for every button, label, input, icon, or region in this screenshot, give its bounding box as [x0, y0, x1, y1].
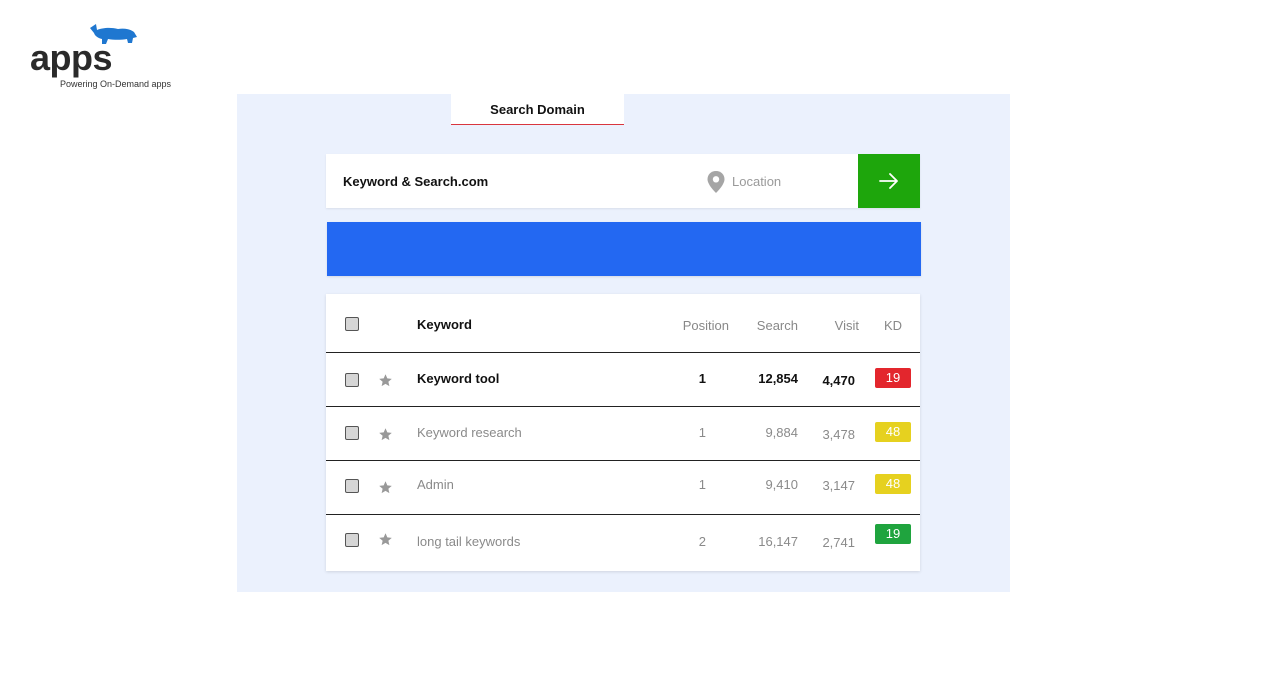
search-cell: 9,884: [765, 425, 798, 440]
brand-tagline: Powering On-Demand apps: [60, 79, 172, 89]
position-cell: 2: [698, 534, 706, 549]
keyword-table: Keyword Position Search Visit KD Keyword…: [326, 294, 920, 571]
search-cell: 16,147: [758, 534, 798, 549]
arrow-right-icon: [879, 173, 898, 189]
visit-cell: 4,470: [822, 373, 855, 388]
row-checkbox[interactable]: [345, 533, 359, 547]
search-panel: Search Domain Keyword Position Search Vi…: [237, 94, 1010, 592]
location-input[interactable]: [732, 154, 852, 208]
kd-badge: 19: [875, 368, 911, 388]
keyword-cell: long tail keywords: [417, 534, 521, 549]
keyword-cell: Admin: [417, 477, 454, 492]
brand-wordmark: apps: [30, 37, 113, 78]
search-cell: 12,854: [758, 371, 798, 386]
visit-cell: 2,741: [822, 535, 855, 550]
search-bar: [326, 154, 920, 208]
position-cell: 1: [698, 425, 706, 440]
table-header: Keyword Position Search Visit KD: [326, 294, 920, 353]
column-header-search[interactable]: Search: [757, 318, 798, 333]
column-header-keyword[interactable]: Keyword: [417, 317, 472, 332]
kd-badge: 19: [875, 524, 911, 544]
star-icon[interactable]: [378, 532, 393, 547]
tab-search-domain[interactable]: Search Domain: [451, 94, 624, 125]
brand-logo[interactable]: apps Powering On-Demand apps: [30, 24, 200, 94]
keyword-cell: Keyword research: [417, 425, 522, 440]
search-cell: 9,410: [765, 477, 798, 492]
search-go-button[interactable]: [858, 154, 920, 208]
table-row[interactable]: Keyword tool 1 12,854 4,470 19: [326, 353, 920, 407]
visit-cell: 3,147: [822, 478, 855, 493]
row-checkbox[interactable]: [345, 479, 359, 493]
kd-badge: 48: [875, 422, 911, 442]
column-header-kd[interactable]: KD: [884, 318, 902, 333]
star-icon[interactable]: [378, 427, 393, 442]
table-row[interactable]: Admin 1 9,410 3,147 48: [326, 461, 920, 515]
keyword-cell: Keyword tool: [417, 371, 500, 386]
star-icon[interactable]: [378, 373, 393, 388]
visit-cell: 3,478: [822, 427, 855, 442]
map-pin-icon: [707, 171, 725, 193]
star-icon[interactable]: [378, 480, 393, 495]
column-header-position[interactable]: Position: [683, 318, 729, 333]
column-header-visit[interactable]: Visit: [835, 318, 859, 333]
row-checkbox[interactable]: [345, 373, 359, 387]
position-cell: 1: [698, 371, 706, 386]
kd-badge: 48: [875, 474, 911, 494]
position-cell: 1: [698, 477, 706, 492]
table-row[interactable]: long tail keywords 2 16,147 2,741 19: [326, 515, 920, 571]
table-row[interactable]: Keyword research 1 9,884 3,478 48: [326, 407, 920, 461]
domain-search-input[interactable]: [326, 154, 686, 208]
results-banner: [327, 222, 921, 276]
select-all-checkbox[interactable]: [345, 317, 359, 331]
row-checkbox[interactable]: [345, 426, 359, 440]
